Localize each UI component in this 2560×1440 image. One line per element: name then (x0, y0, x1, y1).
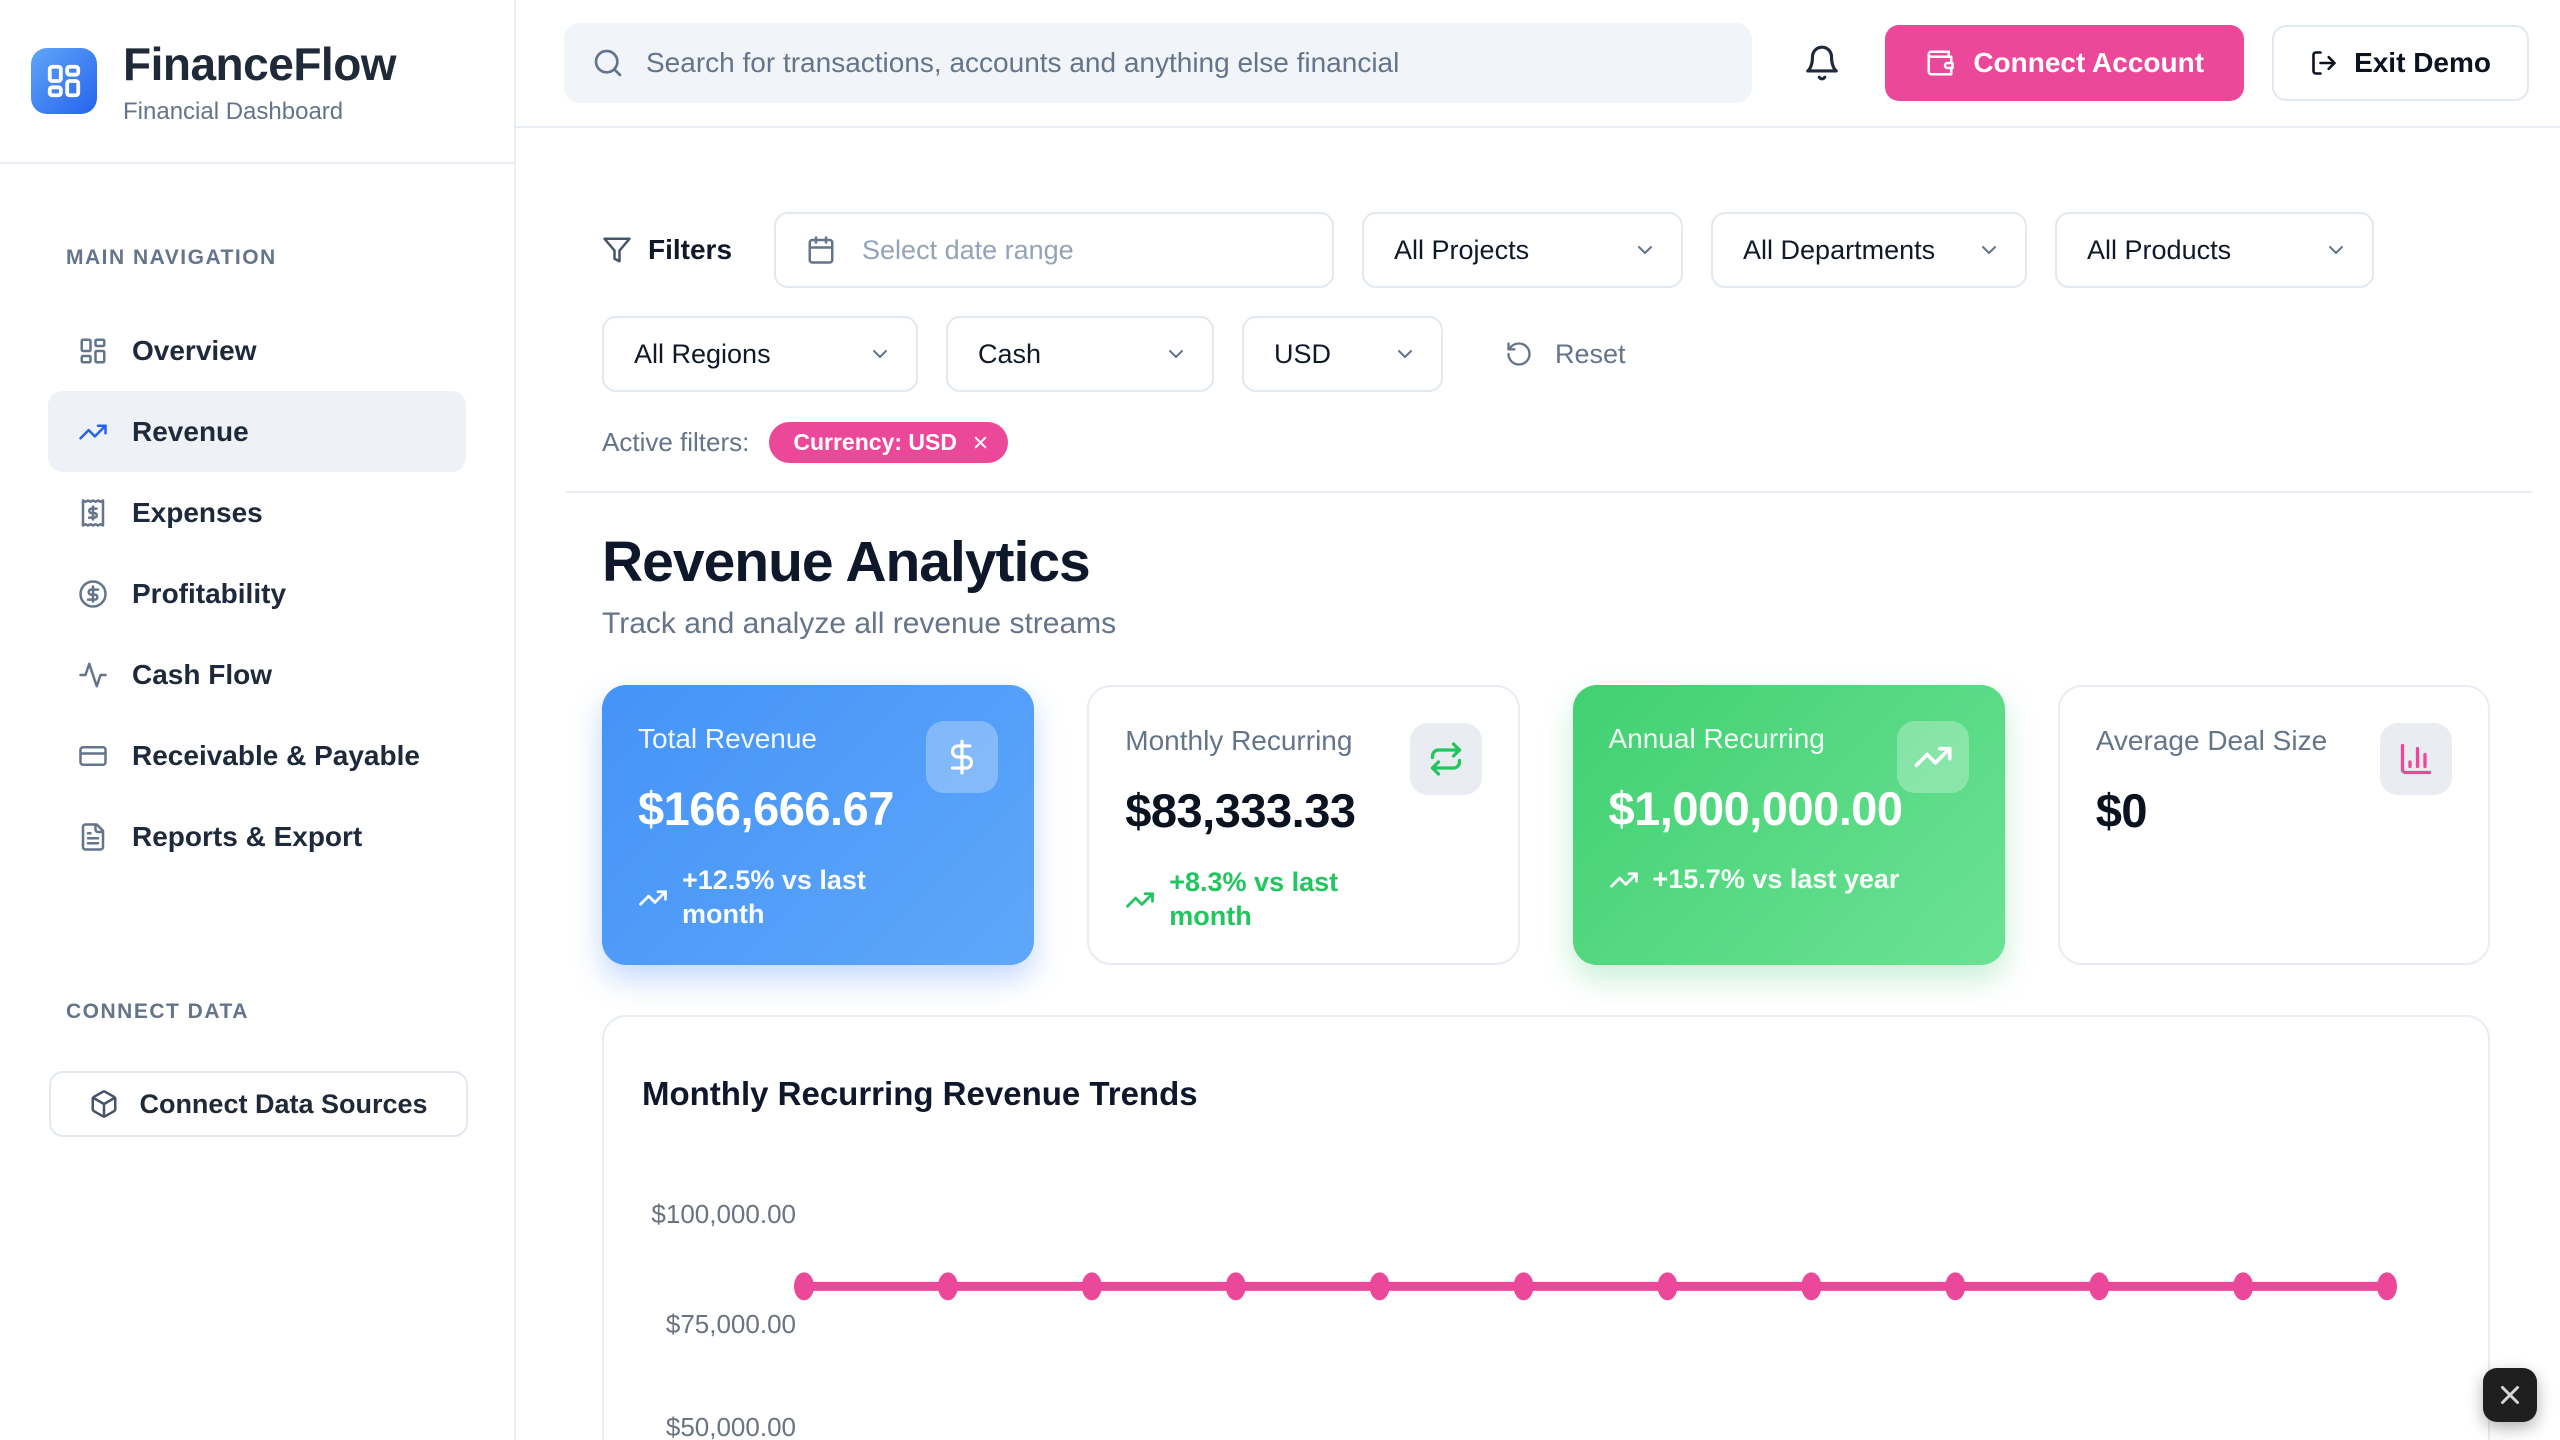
filters-row-1: Filters Select date range All Projects A… (602, 212, 2490, 288)
trending-up-icon (1609, 865, 1639, 895)
payment-method-select[interactable]: Cash (946, 316, 1214, 392)
chevron-down-icon (1164, 342, 1188, 366)
brand: FinanceFlow Financial Dashboard (0, 0, 514, 164)
overlay-close-button[interactable] (2483, 1368, 2537, 1422)
trending-up-icon (1125, 885, 1155, 915)
card-average-deal-size: Average Deal Size $0 (2058, 685, 2490, 965)
receipt-icon (78, 498, 108, 528)
app-tagline: Financial Dashboard (123, 98, 396, 126)
reset-label: Reset (1555, 339, 1626, 370)
sidebar-item-label: Revenue (132, 416, 249, 448)
logout-icon (2310, 49, 2338, 77)
sidebar-item-reports-export[interactable]: Reports & Export (48, 796, 466, 877)
exit-demo-button[interactable]: Exit Demo (2272, 25, 2529, 101)
bar-chart-icon (2380, 723, 2452, 795)
chevron-down-icon (1633, 238, 1657, 262)
sidebar-item-receivable-payable[interactable]: Receivable & Payable (48, 715, 466, 796)
trending-up-icon (638, 883, 668, 913)
close-icon (2495, 1380, 2525, 1410)
sidebar-item-profitability[interactable]: Profitability (48, 553, 466, 634)
products-select[interactable]: All Products (2055, 212, 2374, 288)
active-filters-row: Active filters: Currency: USD (602, 422, 2490, 463)
main-content: Filters Select date range All Projects A… (518, 128, 2560, 1440)
card-change: +12.5% vs last month (638, 864, 998, 932)
active-filters-label: Active filters: (602, 427, 749, 458)
wallet-icon (1925, 48, 1955, 78)
trending-up-icon (78, 417, 108, 447)
mrr-trends-chart-card: Monthly Recurring Revenue Trends $100,00… (602, 1015, 2490, 1440)
card-monthly-recurring: Monthly Recurring $83,333.33 +8.3% vs la… (1087, 685, 1519, 965)
metric-cards: Total Revenue $166,666.67 +12.5% vs last… (602, 685, 2490, 965)
rotate-ccw-icon (1505, 340, 1533, 368)
mrr-line-chart (604, 1017, 2494, 1440)
projects-select[interactable]: All Projects (1362, 212, 1683, 288)
notifications-bell-icon[interactable] (1803, 44, 1841, 82)
file-text-icon (78, 822, 108, 852)
connect-account-button[interactable]: Connect Account (1885, 25, 2244, 101)
section-divider (566, 491, 2532, 493)
card-annual-recurring: Annual Recurring $1,000,000.00 +15.7% vs… (1573, 685, 2005, 965)
dollar-icon (926, 721, 998, 793)
reset-filters-button[interactable]: Reset (1505, 339, 1626, 370)
sidebar-item-label: Profitability (132, 578, 286, 610)
package-cube-icon (89, 1089, 119, 1119)
sidebar-item-label: Receivable & Payable (132, 740, 420, 772)
credit-card-icon (78, 741, 108, 771)
sidebar-item-label: Expenses (132, 497, 263, 529)
connect-data-heading: CONNECT DATA (66, 1000, 249, 1024)
sidebar-item-label: Cash Flow (132, 659, 272, 691)
sidebar: FinanceFlow Financial Dashboard MAIN NAV… (0, 0, 516, 1440)
trending-up-icon (1897, 721, 1969, 793)
global-search[interactable] (564, 23, 1752, 103)
sidebar-item-expenses[interactable]: Expenses (48, 472, 466, 553)
sidebar-item-cash-flow[interactable]: Cash Flow (48, 634, 466, 715)
date-range-placeholder: Select date range (862, 235, 1074, 266)
departments-select[interactable]: All Departments (1711, 212, 2027, 288)
exit-demo-label: Exit Demo (2354, 47, 2491, 79)
app-title: FinanceFlow (123, 37, 396, 91)
funnel-filter-icon (602, 235, 632, 265)
page-title: Revenue Analytics (602, 529, 2490, 595)
regions-select[interactable]: All Regions (602, 316, 918, 392)
page-subtitle: Track and analyze all revenue streams (602, 607, 2490, 641)
connect-data-sources-button[interactable]: Connect Data Sources (49, 1071, 468, 1137)
search-icon (592, 47, 624, 79)
connect-account-label: Connect Account (1973, 47, 2204, 79)
dollar-circle-icon (78, 579, 108, 609)
chevron-down-icon (1393, 342, 1417, 366)
search-input[interactable] (646, 47, 1724, 79)
chip-close-icon[interactable] (971, 433, 990, 452)
filters-row-2: All Regions Cash USD Reset (602, 316, 2490, 392)
card-change: +15.7% vs last year (1609, 864, 1969, 895)
chevron-down-icon (1977, 238, 2001, 262)
repeat-icon (1410, 723, 1482, 795)
active-filter-chip-currency[interactable]: Currency: USD (769, 422, 1008, 463)
currency-select[interactable]: USD (1242, 316, 1443, 392)
date-range-input[interactable]: Select date range (774, 212, 1334, 288)
app-logo-icon (31, 48, 97, 114)
topbar: Connect Account Exit Demo (516, 0, 2560, 128)
chevron-down-icon (868, 342, 892, 366)
filters-label: Filters (602, 234, 732, 266)
sidebar-item-revenue[interactable]: Revenue (48, 391, 466, 472)
nav-section-heading: MAIN NAVIGATION (66, 246, 514, 270)
sidebar-item-label: Overview (132, 335, 257, 367)
card-change: +8.3% vs last month (1125, 866, 1481, 934)
card-total-revenue: Total Revenue $166,666.67 +12.5% vs last… (602, 685, 1034, 965)
calendar-icon (806, 235, 836, 265)
chevron-down-icon (2324, 238, 2348, 262)
sidebar-item-label: Reports & Export (132, 821, 362, 853)
activity-pulse-icon (78, 660, 108, 690)
sidebar-item-overview[interactable]: Overview (48, 310, 466, 391)
dashboard-grid-icon (78, 336, 108, 366)
main-navigation: Overview Revenue Expenses Profitability … (48, 310, 466, 877)
connect-data-sources-label: Connect Data Sources (139, 1089, 427, 1120)
